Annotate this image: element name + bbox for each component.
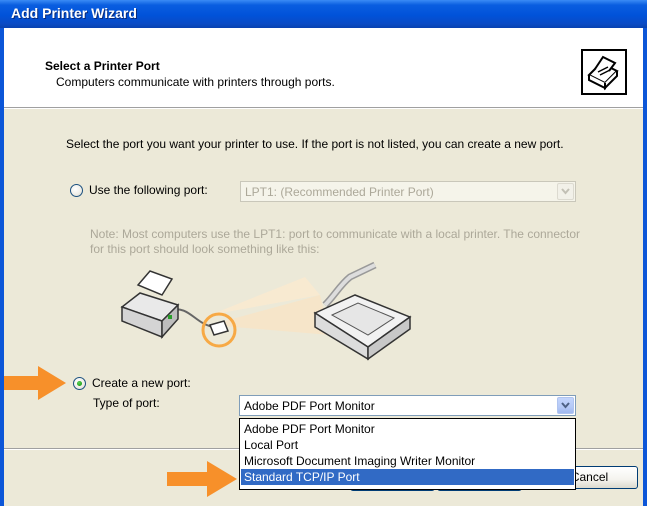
dropdown-option[interactable]: Local Port <box>241 437 574 453</box>
window-frame-right <box>643 28 647 506</box>
window-frame-left <box>0 28 4 506</box>
lpt-note: Note: Most computers use the LPT1: port … <box>90 227 581 256</box>
port-type-select[interactable]: Adobe PDF Port Monitor <box>239 395 576 416</box>
port-type-dropdown-list[interactable]: Adobe PDF Port Monitor Local Port Micros… <box>239 418 576 490</box>
dropdown-option-selected[interactable]: Standard TCP/IP Port <box>241 469 574 485</box>
existing-port-value: LPT1: (Recommended Printer Port) <box>245 185 434 199</box>
create-new-port-radio[interactable] <box>73 376 86 390</box>
parallel-port-illustration <box>120 261 412 361</box>
callout-arrow-icon <box>167 461 237 497</box>
chevron-down-icon[interactable] <box>557 397 574 414</box>
intro-text: Select the port you want your printer to… <box>66 137 564 151</box>
existing-port-select: LPT1: (Recommended Printer Port) <box>240 181 576 202</box>
header-subtitle: Computers communicate with printers thro… <box>56 75 335 89</box>
create-new-port-option[interactable]: Create a new port: <box>73 376 191 390</box>
header-title: Select a Printer Port <box>45 59 160 73</box>
dropdown-option[interactable]: Adobe PDF Port Monitor <box>241 421 574 437</box>
dropdown-option[interactable]: Microsoft Document Imaging Writer Monito… <box>241 453 574 469</box>
title-bar[interactable]: Add Printer Wizard <box>0 0 647 28</box>
use-following-port-label[interactable]: Use the following port: <box>89 183 208 197</box>
type-of-port-label: Type of port: <box>93 396 160 410</box>
port-type-value: Adobe PDF Port Monitor <box>244 399 375 413</box>
use-following-port-option[interactable]: Use the following port: <box>70 183 208 197</box>
printer-icon <box>120 270 180 339</box>
callout-arrow-icon <box>0 366 66 400</box>
chevron-down-icon <box>557 183 574 200</box>
create-new-port-label[interactable]: Create a new port: <box>92 376 191 390</box>
printer-icon <box>581 49 627 95</box>
use-following-port-radio[interactable] <box>70 183 83 197</box>
window-title: Add Printer Wizard <box>11 5 137 21</box>
add-printer-wizard-window: Add Printer Wizard Select a Printer Port… <box>0 0 647 506</box>
wizard-header: Select a Printer Port Computers communic… <box>4 28 643 107</box>
